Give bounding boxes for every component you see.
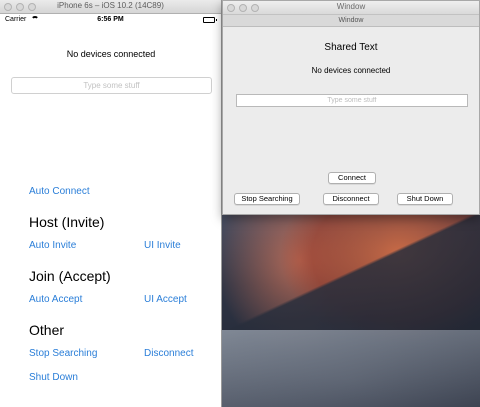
battery-icon — [203, 17, 217, 23]
ui-invite-button[interactable]: UI Invite — [144, 240, 181, 251]
simulator-window-title: iPhone 6s – iOS 10.2 (14C89) — [57, 1, 164, 10]
mac-tab[interactable]: Window — [223, 15, 479, 27]
host-section-heading: Host (Invite) — [29, 214, 105, 230]
ios-connection-status: No devices connected — [66, 49, 156, 59]
mac-app-window: Window Window Shared Text No devices con… — [222, 0, 480, 215]
ios-stop-searching-button[interactable]: Stop Searching — [29, 348, 97, 359]
wallpaper-snow — [222, 330, 480, 407]
ios-disconnect-button[interactable]: Disconnect — [144, 348, 193, 359]
status-time: 6:56 PM — [97, 16, 124, 23]
join-section-heading: Join (Accept) — [29, 268, 111, 284]
shared-text-heading: Shared Text — [324, 42, 378, 53]
connect-button[interactable]: Connect — [328, 172, 376, 184]
ios-text-input[interactable] — [11, 77, 212, 94]
auto-accept-button[interactable]: Auto Accept — [29, 294, 82, 305]
ios-status-bar: Carrier 6:56 PM — [0, 14, 221, 26]
mac-shut-down-button[interactable]: Shut Down — [397, 193, 453, 205]
mac-disconnect-button[interactable]: Disconnect — [323, 193, 379, 205]
mac-connection-status: No devices connected — [311, 66, 391, 75]
mac-window-title: Window — [336, 2, 366, 11]
other-section-heading: Other — [29, 322, 65, 338]
mac-stop-searching-button[interactable]: Stop Searching — [234, 193, 300, 205]
ios-shut-down-button[interactable]: Shut Down — [29, 372, 78, 383]
simulator-titlebar: iPhone 6s – iOS 10.2 (14C89) — [0, 0, 221, 14]
mac-titlebar: Window — [223, 1, 479, 15]
mac-text-input[interactable] — [236, 94, 468, 107]
ui-accept-button[interactable]: UI Accept — [144, 294, 187, 305]
auto-invite-button[interactable]: Auto Invite — [29, 240, 76, 251]
auto-connect-button[interactable]: Auto Connect — [29, 186, 90, 197]
simulator-window: iPhone 6s – iOS 10.2 (14C89) Carrier 6:5… — [0, 0, 222, 407]
